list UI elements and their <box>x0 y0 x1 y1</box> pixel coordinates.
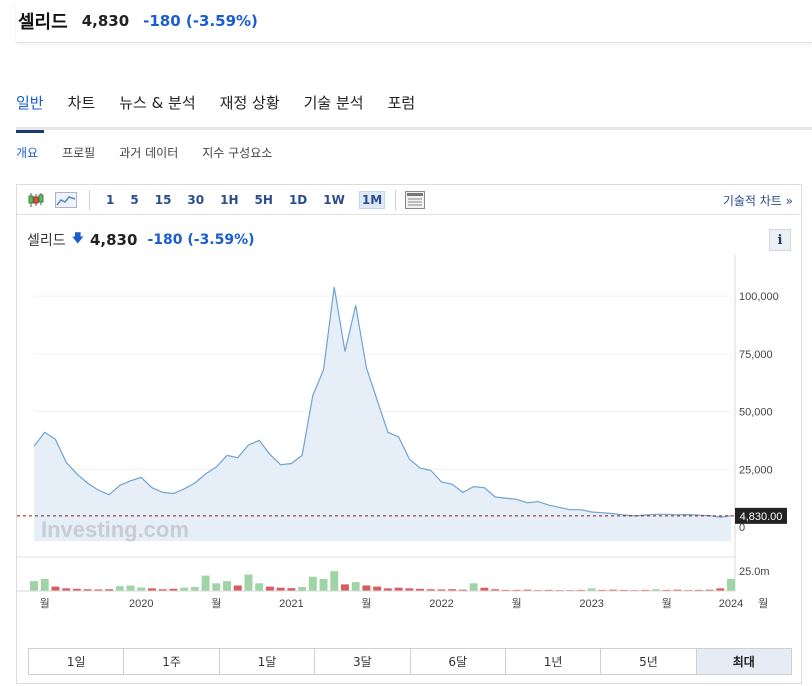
range-1y[interactable]: 1년 <box>505 649 602 674</box>
sub-tabs: 개요 프로필 과거 데이터 지수 구성요소 <box>16 144 272 161</box>
range-max[interactable]: 최대 <box>696 649 791 674</box>
volume-bar <box>373 586 382 591</box>
timeframe-1m[interactable]: 1M <box>358 190 386 209</box>
candlestick-icon[interactable] <box>25 190 47 210</box>
volume-bar <box>233 585 242 591</box>
chart-quote-name: 셀리드 <box>27 232 66 249</box>
x-tick-label: 2024 <box>719 598 743 610</box>
y-tick-label: 25,000 <box>739 464 773 476</box>
volume-bar <box>362 585 371 591</box>
volume-bar <box>244 574 253 591</box>
x-tick-label: 2023 <box>579 598 603 610</box>
volume-bar <box>201 575 210 591</box>
toolbar-separator <box>395 189 397 210</box>
main-tabs: 일반 차트 뉴스 & 분석 재정 상황 기술 분석 포럼 <box>16 88 812 133</box>
range-6m[interactable]: 6달 <box>410 649 506 674</box>
tab-chart[interactable]: 차트 <box>68 88 96 130</box>
x-tick-label: 2020 <box>129 598 153 610</box>
timeframe-5h[interactable]: 5H <box>253 192 275 208</box>
y-tick-label: 0 <box>739 522 745 534</box>
volume-bar <box>265 586 274 591</box>
subtab-index-components[interactable]: 지수 구성요소 <box>202 144 272 161</box>
subtab-overview[interactable]: 개요 <box>16 144 38 161</box>
subtab-historical[interactable]: 과거 데이터 <box>119 144 178 161</box>
volume-bar <box>126 585 135 591</box>
volume-bar <box>137 587 146 591</box>
timeframe-5[interactable]: 5 <box>128 192 140 208</box>
price-area <box>34 286 731 541</box>
last-price-label: 4,830.00 <box>740 511 783 523</box>
range-1m[interactable]: 1달 <box>219 649 316 674</box>
x-tick-label: 월 <box>662 597 672 610</box>
price-chart[interactable]: Investing.com 4,830.00 100,000 75,000 50,000… <box>17 255 801 615</box>
x-tick-label: 월 <box>511 597 521 610</box>
chart-quote-change: -180 (-3.59%) <box>147 231 255 248</box>
timeframe-15[interactable]: 15 <box>153 192 174 208</box>
volume-bar <box>190 587 199 591</box>
x-tick-label: 월 <box>211 597 221 610</box>
volume-bar <box>727 578 735 591</box>
chart-quote: 셀리드 🡇 4,830 -180 (-3.59%) <box>27 229 255 250</box>
volume-bar <box>212 583 221 591</box>
table-view-icon[interactable] <box>404 190 426 210</box>
range-3m[interactable]: 3달 <box>315 649 411 674</box>
x-tick-label: 2022 <box>429 598 453 610</box>
volume-bar <box>341 584 349 591</box>
volume-bar <box>51 586 60 591</box>
y-tick-label: 100,000 <box>739 291 779 303</box>
timeframe-1h[interactable]: 1H <box>218 192 240 208</box>
range-5y[interactable]: 5년 <box>601 649 697 674</box>
range-1w[interactable]: 1주 <box>124 649 220 674</box>
y-tick-label: 75,000 <box>739 349 773 361</box>
tab-general[interactable]: 일반 <box>16 88 44 133</box>
x-tick-label: 2021 <box>279 598 303 610</box>
timeframe-1[interactable]: 1 <box>104 192 116 208</box>
tab-forum[interactable]: 포럼 <box>388 88 416 130</box>
volume-bar <box>30 581 38 591</box>
subtab-profile[interactable]: 프로필 <box>62 144 95 161</box>
stock-change: -180 (-3.59%) <box>143 12 258 30</box>
y-tick-label: 50,000 <box>739 407 773 419</box>
volume-bar <box>40 578 49 591</box>
timeframe-1w[interactable]: 1W <box>321 192 347 208</box>
timeframe-30[interactable]: 30 <box>185 192 206 208</box>
tab-financials[interactable]: 재정 상황 <box>220 88 280 130</box>
volume-bar <box>330 571 339 591</box>
range-1d[interactable]: 1일 <box>29 649 125 674</box>
volume-bar <box>223 581 231 591</box>
volume-bar <box>255 583 264 591</box>
chart-widget: 1 5 15 30 1H 5H 1D 1W 1M 기술적 차트 » 셀리드 🡇 … <box>16 184 802 684</box>
down-arrow-icon: 🡇 <box>71 231 84 245</box>
stock-header: 셀리드 4,830 -180 (-3.59%) <box>16 0 812 43</box>
volume-label: 25.0m <box>739 566 770 578</box>
info-button[interactable]: i <box>769 229 791 251</box>
volume-bar <box>319 578 328 591</box>
x-tick-label: 월 <box>361 597 371 610</box>
tab-technical[interactable]: 기술 분석 <box>304 88 364 130</box>
toolbar-separator <box>89 189 90 210</box>
x-tick-label: 월 <box>40 597 50 610</box>
area-chart-icon[interactable] <box>55 190 77 210</box>
investing-watermark: Investing.com <box>41 517 189 542</box>
range-selector: 1일 1주 1달 3달 6달 1년 5년 최대 <box>28 648 792 675</box>
x-tick-label: 월 <box>758 597 768 610</box>
volume-bar <box>308 576 317 591</box>
volume-bar <box>298 587 307 591</box>
chart-quote-price: 4,830 <box>89 230 138 249</box>
volume-bar <box>351 582 360 591</box>
tab-news[interactable]: 뉴스 & 분석 <box>119 88 195 130</box>
volume-bar <box>115 586 124 591</box>
technical-chart-link[interactable]: 기술적 차트 » <box>723 192 793 209</box>
chart-toolbar: 1 5 15 30 1H 5H 1D 1W 1M 기술적 차트 » <box>17 185 801 215</box>
stock-name: 셀리드 <box>18 12 68 33</box>
stock-price: 4,830 <box>81 12 130 30</box>
timeframe-1d[interactable]: 1D <box>287 192 309 208</box>
volume-bar <box>469 583 478 591</box>
